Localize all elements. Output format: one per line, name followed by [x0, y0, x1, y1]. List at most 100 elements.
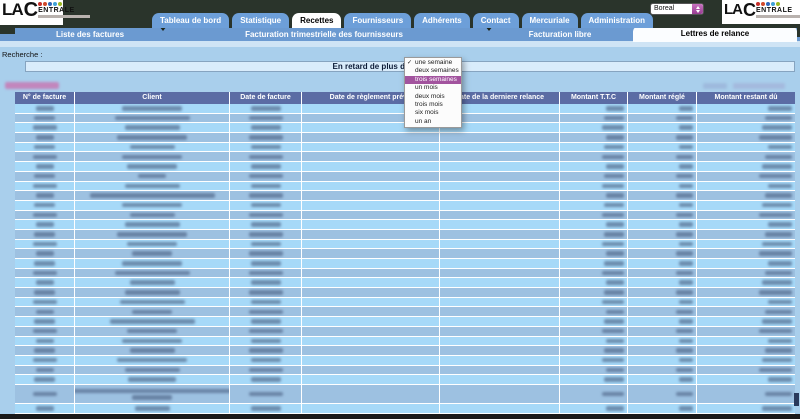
dropdown-item-un-an[interactable]: un an	[405, 118, 461, 126]
table-row[interactable]	[15, 326, 795, 336]
table-row[interactable]	[15, 249, 795, 258]
table-row[interactable]	[15, 268, 795, 278]
table-cell	[302, 404, 440, 414]
scrollbar-fragment[interactable]	[794, 393, 799, 406]
table-cell	[230, 171, 302, 181]
redacted-cell-text	[34, 290, 55, 295]
table-row[interactable]	[15, 229, 795, 239]
table-cell	[628, 220, 697, 229]
table-row[interactable]	[15, 336, 795, 346]
table-row[interactable]	[15, 162, 795, 171]
secondary-nav-bar: Liste des factures Facturation trimestri…	[0, 26, 800, 42]
redacted-cell-text	[35, 367, 54, 373]
table-cell	[15, 152, 75, 162]
table-cell	[15, 104, 75, 113]
table-row[interactable]	[15, 288, 795, 297]
table-cell	[697, 356, 795, 365]
table-row[interactable]	[15, 210, 795, 220]
table-body	[15, 104, 795, 419]
dropdown-item-deux-semaines[interactable]: deux semaines	[405, 67, 461, 75]
dropdown-item-une-semaine[interactable]: ✓ une semaine	[405, 59, 461, 67]
table-cell	[697, 249, 795, 258]
table-cell	[628, 278, 697, 288]
table-row[interactable]	[15, 297, 795, 307]
table-row[interactable]	[15, 142, 795, 152]
redacted-cell-text	[676, 270, 693, 276]
table-cell	[15, 336, 75, 346]
table-row[interactable]	[15, 307, 795, 317]
table-row[interactable]	[15, 404, 795, 414]
table-cell	[697, 230, 795, 239]
table-row[interactable]	[15, 384, 795, 404]
redacted-cell-text	[117, 232, 187, 237]
table-cell	[230, 249, 302, 258]
table-cell	[440, 336, 560, 346]
table-row[interactable]	[15, 171, 795, 181]
dropdown-item-trois-semaines[interactable]: trois semaines	[405, 75, 461, 85]
table-cell	[697, 201, 795, 210]
nav-tab-mercuriale[interactable]: Mercuriale	[521, 13, 578, 28]
nav-tab-tableau-de-bord[interactable]: Tableau de bord	[152, 13, 230, 28]
dropdown-item-deux-mois[interactable]: deux mois	[405, 93, 461, 101]
table-cell	[15, 346, 75, 355]
table-row[interactable]	[15, 239, 795, 249]
table-cell	[230, 113, 302, 123]
table-cell	[628, 326, 697, 336]
table-cell	[560, 317, 628, 326]
table-cell	[15, 278, 75, 288]
redacted-link[interactable]	[733, 83, 785, 89]
redacted-cell-text	[762, 406, 792, 411]
boreal-select[interactable]: Boreal	[650, 3, 704, 15]
nav-tab-fournisseurs[interactable]: Fournisseurs	[344, 13, 412, 28]
table-cell	[697, 211, 795, 220]
table-cell	[302, 181, 440, 191]
dropdown-item-un-mois[interactable]: un mois	[405, 84, 461, 92]
table-row[interactable]	[15, 259, 795, 268]
table-cell	[230, 288, 302, 297]
table-cell	[302, 288, 440, 297]
table-cell	[15, 404, 75, 414]
table-cell	[628, 123, 697, 133]
dropdown-item-trois-mois[interactable]: trois mois	[405, 101, 461, 109]
redacted-cell-text	[602, 299, 624, 305]
table-row[interactable]	[15, 317, 795, 326]
table-cell	[75, 404, 230, 414]
table-row[interactable]	[15, 133, 795, 142]
table-row[interactable]	[15, 355, 795, 365]
table-cell	[560, 375, 628, 384]
table-row[interactable]	[15, 346, 795, 355]
table-cell	[75, 268, 230, 278]
redacted-cell-text	[606, 367, 624, 373]
redacted-link[interactable]	[703, 83, 727, 89]
subnav-tab-facturation-libre[interactable]: Facturation libre	[490, 30, 630, 39]
nav-tab-contact[interactable]: Contact	[472, 13, 519, 28]
nav-tab-administration[interactable]: Administration	[580, 13, 653, 28]
subnav-tab-facturation-trimestrielle[interactable]: Facturation trimestrielle des fournisseu…	[243, 30, 405, 39]
table-cell	[230, 326, 302, 336]
redacted-cell-text	[32, 270, 57, 276]
table-row[interactable]	[15, 152, 795, 162]
nav-tab-recettes[interactable]: Recettes	[292, 13, 342, 28]
subnav-tab-lettres-de-relance[interactable]: Lettres de relance	[633, 26, 797, 42]
redacted-cell-text	[248, 135, 283, 140]
redacted-link[interactable]	[5, 82, 59, 89]
table-row[interactable]	[15, 200, 795, 210]
table-cell	[230, 355, 302, 365]
table-row[interactable]	[15, 375, 795, 384]
table-cell	[440, 268, 560, 278]
invoices-table: N° de facture Client Date de facture Dat…	[15, 92, 795, 419]
table-row[interactable]	[15, 365, 795, 375]
table-cell	[440, 142, 560, 152]
table-cell	[302, 171, 440, 181]
dropdown-item-six-mois[interactable]: six mois	[405, 109, 461, 117]
table-row[interactable]	[15, 220, 795, 229]
table-cell	[560, 365, 628, 375]
nav-tab-adh-rents[interactable]: Adhérents	[414, 13, 470, 28]
table-row[interactable]	[15, 278, 795, 288]
table-row[interactable]	[15, 181, 795, 191]
redacted-cell-text	[35, 106, 54, 111]
table-row[interactable]	[15, 191, 795, 200]
subnav-tab-liste-des-factures[interactable]: Liste des factures	[15, 30, 165, 39]
table-cell	[75, 336, 230, 346]
nav-tab-statistique[interactable]: Statistique	[232, 13, 290, 28]
